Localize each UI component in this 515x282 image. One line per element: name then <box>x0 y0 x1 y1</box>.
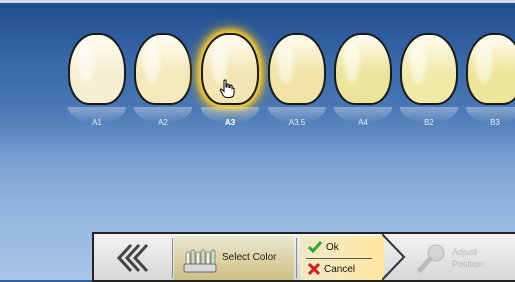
tooth-gloss <box>211 43 227 83</box>
tooth-shade-b3[interactable] <box>466 33 515 105</box>
next-step-label: Adjust Position <box>452 247 485 269</box>
check-icon <box>308 241 322 253</box>
cancel-button[interactable]: Cancel <box>308 260 355 278</box>
double-chevron-left-icon <box>116 243 149 273</box>
select-color-button[interactable]: Select Color <box>174 236 294 280</box>
shade-guide-icon <box>183 249 217 273</box>
toolbar-divider <box>296 238 297 278</box>
tooth-shade-a1[interactable] <box>68 33 126 105</box>
tooth-gloss <box>410 43 426 83</box>
ok-cancel-group: Ok Cancel <box>300 236 384 280</box>
toolbar-divider <box>172 238 173 278</box>
tooth-gloss <box>344 43 360 83</box>
ok-label: Ok <box>326 241 339 253</box>
tooth-gloss <box>78 43 94 83</box>
shade-label-a4: A4 <box>358 118 368 127</box>
tooth-gloss <box>476 43 492 83</box>
tooth-shade-a3-5[interactable] <box>268 33 326 105</box>
tooth-shade-a2[interactable] <box>134 33 192 105</box>
step-arrow-icon <box>382 234 406 280</box>
shade-label-a3-5: A3.5 <box>288 118 306 127</box>
cancel-x-icon <box>308 263 320 275</box>
select-color-label: Select Color <box>222 252 277 263</box>
bottom-toolbar: Select Color Ok Cancel Adjust Position <box>92 232 515 282</box>
tooth-gloss <box>144 43 160 83</box>
back-button[interactable] <box>96 236 170 280</box>
ok-button[interactable]: Ok <box>308 238 339 256</box>
shade-label-a2: A2 <box>158 118 168 127</box>
shade-label-b3: B3 <box>490 118 500 127</box>
wrench-icon <box>417 244 445 273</box>
shade-label-b2: B2 <box>424 118 434 127</box>
hand-cursor-icon <box>219 79 235 98</box>
tooth-shade-b2[interactable] <box>400 33 458 105</box>
tooth-shade-a4[interactable] <box>334 33 392 105</box>
next-step-button[interactable]: Adjust Position <box>412 236 515 280</box>
shade-label-a3: A3 <box>224 118 236 127</box>
shade-label-a1: A1 <box>92 118 102 127</box>
tooth-gloss <box>278 43 294 83</box>
cancel-label: Cancel <box>324 263 356 275</box>
ok-cancel-rule <box>306 258 372 259</box>
